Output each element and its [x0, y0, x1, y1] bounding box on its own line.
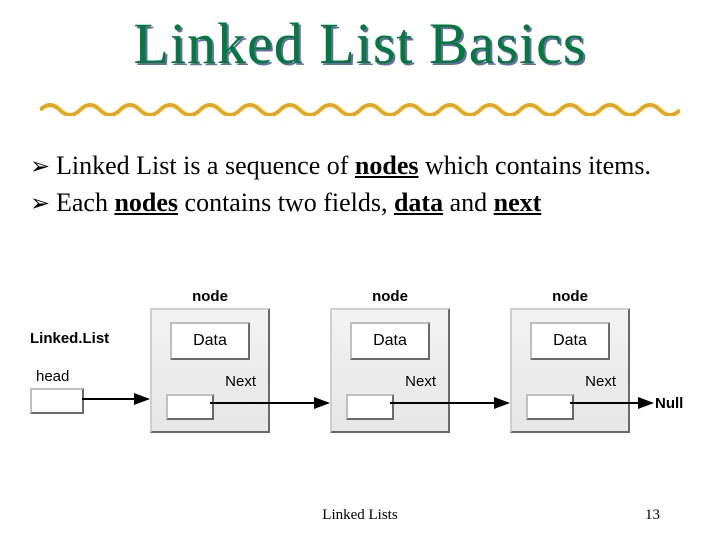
bullet-1-underline-1: nodes — [355, 151, 419, 180]
title-text: Linked List Basics — [134, 11, 587, 76]
next-label: Next — [585, 373, 616, 390]
next-label: Next — [405, 373, 436, 390]
node-3: node Data Next — [510, 308, 630, 433]
linked-list-diagram: Linked.List head node Data Next node Dat… — [30, 280, 690, 450]
bullet-1-text-mid: which contains items. — [419, 151, 652, 180]
bullet-1: ➢ Linked List is a sequence of nodes whi… — [30, 150, 690, 183]
bullet-list: ➢ Linked List is a sequence of nodes whi… — [30, 150, 690, 223]
bullet-2: ➢ Each nodes contains two fields, data a… — [30, 187, 690, 220]
data-box: Data — [530, 322, 610, 360]
footer-center: Linked Lists — [0, 507, 720, 524]
bullet-1-text-lead: Linked List is a sequence of — [56, 151, 355, 180]
bullet-arrow-icon: ➢ — [30, 152, 50, 182]
next-box — [526, 394, 574, 420]
slide-title: Linked List Basics — [0, 10, 720, 77]
data-box: Data — [170, 322, 250, 360]
node-1: node Data Next — [150, 308, 270, 433]
bullet-2-text-mid: contains two fields, — [178, 188, 394, 217]
next-label: Next — [225, 373, 256, 390]
node-2: node Data Next — [330, 308, 450, 433]
title-underline-squiggle — [40, 98, 680, 116]
node-caption: node — [512, 288, 628, 305]
next-box — [166, 394, 214, 420]
bullet-2-text-mid2: and — [443, 188, 494, 217]
slide: Linked List Basics ➢ Linked List is a se… — [0, 0, 720, 540]
list-label: Linked.List — [30, 330, 109, 347]
data-box: Data — [350, 322, 430, 360]
bullet-2-underline-3: next — [494, 188, 542, 217]
node-caption: node — [332, 288, 448, 305]
bullet-arrow-icon: ➢ — [30, 189, 50, 219]
head-label: head — [36, 368, 69, 385]
null-label: Null — [655, 395, 683, 412]
bullet-2-underline-1: nodes — [114, 188, 178, 217]
head-box — [30, 388, 84, 414]
bullet-2-text-lead: Each — [56, 188, 114, 217]
bullet-2-underline-2: data — [394, 188, 443, 217]
footer-page-number: 13 — [645, 507, 660, 524]
next-box — [346, 394, 394, 420]
node-caption: node — [152, 288, 268, 305]
